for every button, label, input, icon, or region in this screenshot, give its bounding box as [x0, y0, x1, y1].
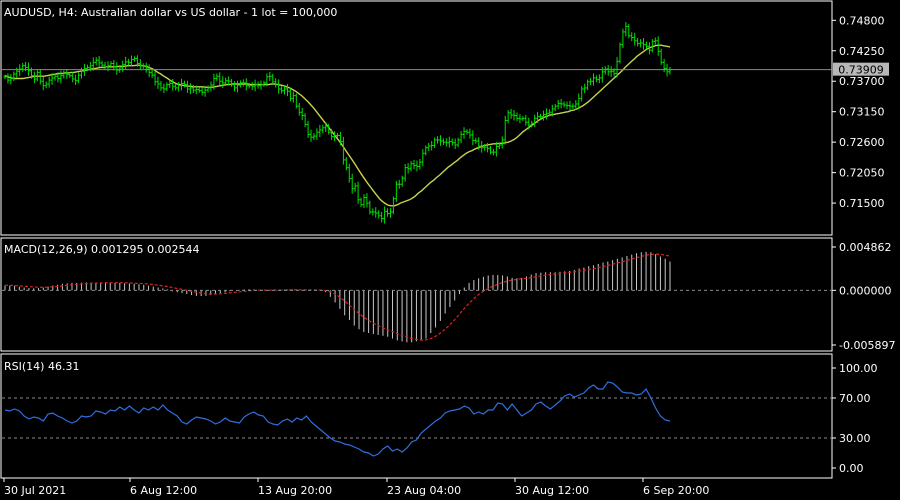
y-tick-label: 0.73700: [839, 75, 885, 88]
trading-chart: 0.74800 0.74250 0.73700 0.73150 0.72600 0.720…: [0, 0, 900, 500]
macd-panel-header: MACD(12,26,9) 0.001295 0.002544: [4, 243, 200, 256]
x-tick-label: 13 Aug 20:00: [258, 484, 332, 497]
y-tick-label: 0.000000: [839, 284, 892, 297]
x-tick-label: 30 Jul 2021: [4, 484, 66, 497]
y-tick-label: 0.74800: [839, 14, 885, 27]
y-tick-label: -0.005897: [839, 339, 895, 352]
y-tick-label: 0.74250: [839, 45, 885, 58]
rsi-panel-header: RSI(14) 46.31: [4, 360, 79, 373]
price-panel-header: AUDUSD, H4: Australian dollar vs US doll…: [4, 6, 337, 19]
x-tick-label: 23 Aug 04:00: [387, 484, 461, 497]
y-tick-label: 30.00: [839, 432, 871, 445]
x-tick-label: 6 Aug 12:00: [130, 484, 197, 497]
y-tick-label: 100.00: [839, 362, 878, 375]
y-tick-label: 0.004862: [839, 241, 892, 254]
y-tick-label: 0.00: [839, 462, 864, 475]
x-tick-label: 6 Sep 20:00: [643, 484, 709, 497]
x-tick-label: 30 Aug 12:00: [515, 484, 589, 497]
y-tick-label: 0.72600: [839, 136, 885, 149]
y-tick-label: 0.71500: [839, 197, 885, 210]
y-tick-label: 0.73150: [839, 106, 885, 119]
y-tick-label: 70.00: [839, 392, 871, 405]
current-price-badge-label: 0.73909: [838, 64, 884, 77]
y-tick-label: 0.72050: [839, 167, 885, 180]
